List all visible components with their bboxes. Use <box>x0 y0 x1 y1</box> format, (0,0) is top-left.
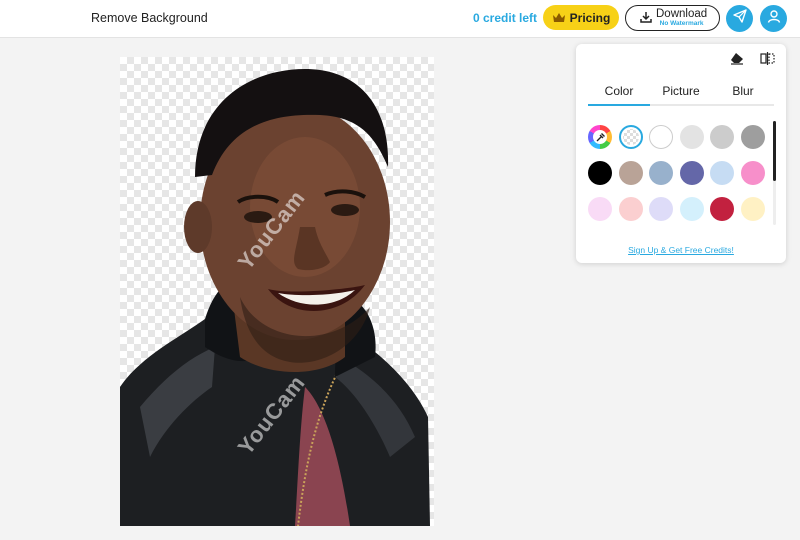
left-ear <box>184 201 212 253</box>
compare-button[interactable] <box>759 52 775 70</box>
background-options-panel: Color Picture Blur Sign Up & Get Free Cr… <box>576 44 786 263</box>
eyedropper-icon <box>593 130 607 144</box>
top-bar: Remove Background 0 credit left Pricing … <box>0 0 800 38</box>
download-label: Download <box>656 7 708 20</box>
color-swatch[interactable] <box>740 161 765 185</box>
download-sublabel: No Watermark <box>659 20 704 27</box>
paper-plane-icon <box>732 9 747 28</box>
color-swatch[interactable] <box>740 197 765 221</box>
credits-remaining: 0 credit left <box>473 11 538 25</box>
result-image-canvas: YouCam YouCam <box>120 57 434 526</box>
eraser-icon <box>730 52 744 70</box>
crown-icon <box>552 12 566 23</box>
color-swatch[interactable] <box>710 161 734 185</box>
share-button[interactable] <box>726 5 753 32</box>
color-swatch[interactable] <box>618 161 643 185</box>
signup-link[interactable]: Sign Up & Get Free Credits! <box>576 245 786 255</box>
right-eye <box>331 204 359 216</box>
download-icon <box>640 11 652 26</box>
color-picker-swatch[interactable] <box>588 125 612 149</box>
color-swatch[interactable] <box>710 197 734 221</box>
color-swatch[interactable] <box>679 197 704 221</box>
color-swatch[interactable] <box>710 125 734 149</box>
pricing-label: Pricing <box>569 10 611 25</box>
account-button[interactable] <box>760 5 787 32</box>
transparent-swatch[interactable] <box>618 125 643 149</box>
color-swatch[interactable] <box>588 161 612 185</box>
color-swatch[interactable] <box>618 197 643 221</box>
color-swatch[interactable] <box>588 197 612 221</box>
color-swatch[interactable] <box>649 125 673 149</box>
user-icon <box>767 9 781 28</box>
color-swatch[interactable] <box>649 197 673 221</box>
color-swatch[interactable] <box>679 161 704 185</box>
subject-image <box>120 69 430 526</box>
pricing-button[interactable]: Pricing <box>543 5 619 30</box>
color-swatch[interactable] <box>679 125 704 149</box>
download-button[interactable]: Download No Watermark <box>625 5 720 31</box>
tab-picture[interactable]: Picture <box>650 82 712 104</box>
color-swatch[interactable] <box>740 125 765 149</box>
compare-icon <box>759 52 775 70</box>
tab-color[interactable]: Color <box>588 82 650 106</box>
scroll-thumb[interactable] <box>773 121 776 181</box>
color-swatch[interactable] <box>649 161 673 185</box>
swatch-scrollbar[interactable] <box>773 121 776 225</box>
background-tabs: Color Picture Blur <box>588 82 774 106</box>
eraser-button[interactable] <box>729 53 745 69</box>
tab-blur[interactable]: Blur <box>712 82 774 104</box>
app-title: Remove Background <box>91 11 208 25</box>
